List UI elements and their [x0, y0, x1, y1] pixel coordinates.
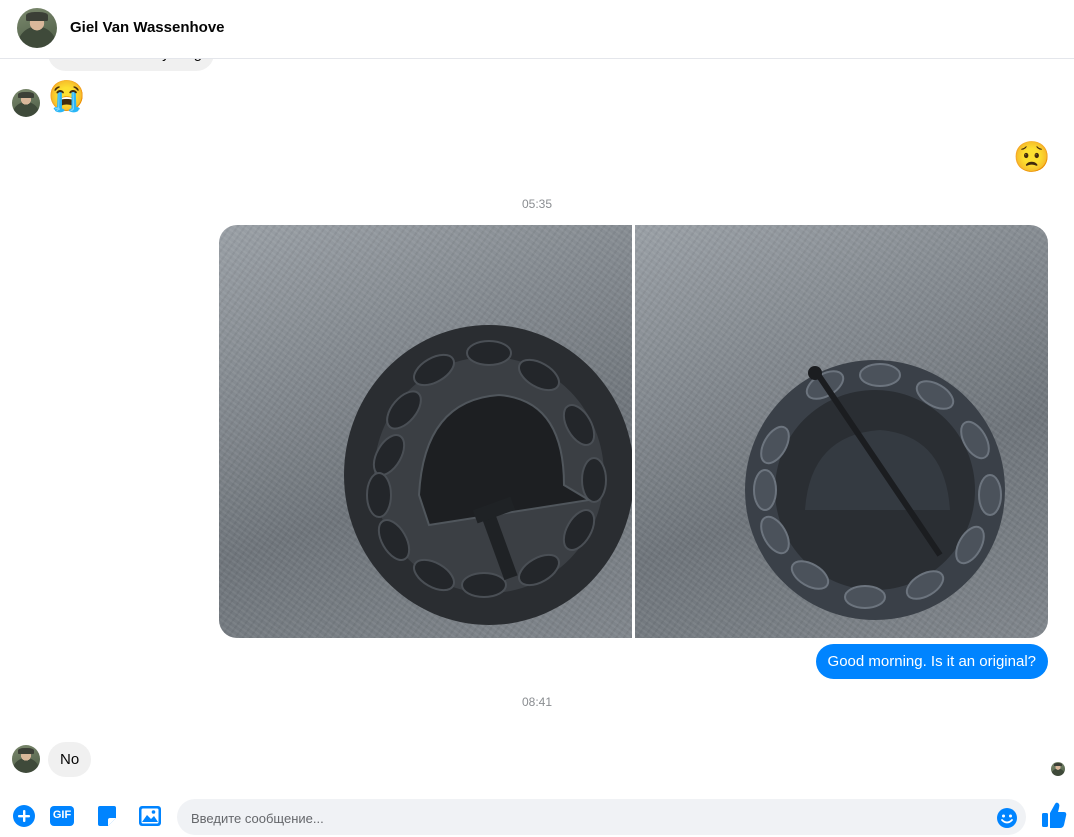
- message-outgoing-question: Good morning. Is it an original?: [815, 644, 1048, 679]
- timestamp: 05:35: [521, 197, 553, 211]
- message-text: No: [60, 751, 80, 768]
- sticker-icon[interactable]: [94, 803, 120, 829]
- gif-icon[interactable]: GIF: [49, 803, 75, 829]
- message-emoji-crying: 😭: [48, 80, 86, 113]
- message-text: Good morning. Is it an original?: [827, 653, 1036, 670]
- thumbs-up-icon[interactable]: [1040, 800, 1068, 830]
- message-emoji-worried: 😟: [1013, 141, 1051, 174]
- timestamp: 08:41: [521, 695, 553, 709]
- contact-avatar[interactable]: [12, 89, 40, 117]
- conversation-header: Giel Van Wassenhove: [0, 0, 1074, 59]
- plus-circle-icon[interactable]: [11, 803, 37, 829]
- message-input[interactable]: [189, 799, 983, 837]
- emoji-icon[interactable]: [996, 807, 1018, 829]
- message-composer: GIF: [0, 795, 1074, 837]
- message-input-wrapper: [177, 799, 1026, 837]
- contact-avatar[interactable]: [12, 745, 40, 773]
- conversation: I'd deleted everything 😭 😟 05:35: [0, 0, 1074, 835]
- photo-badge-back[interactable]: [635, 225, 1048, 638]
- photo-badge-front[interactable]: [219, 225, 632, 638]
- message-incoming-reply: No: [48, 742, 92, 777]
- gif-label: GIF: [52, 809, 72, 821]
- contact-avatar[interactable]: [17, 8, 57, 48]
- badge-back-image: [745, 360, 1005, 620]
- contact-name[interactable]: Giel Van Wassenhove: [70, 19, 225, 36]
- image-icon[interactable]: [137, 803, 163, 829]
- badge-front-image: [344, 325, 632, 625]
- seen-receipt-avatar: [1051, 762, 1065, 776]
